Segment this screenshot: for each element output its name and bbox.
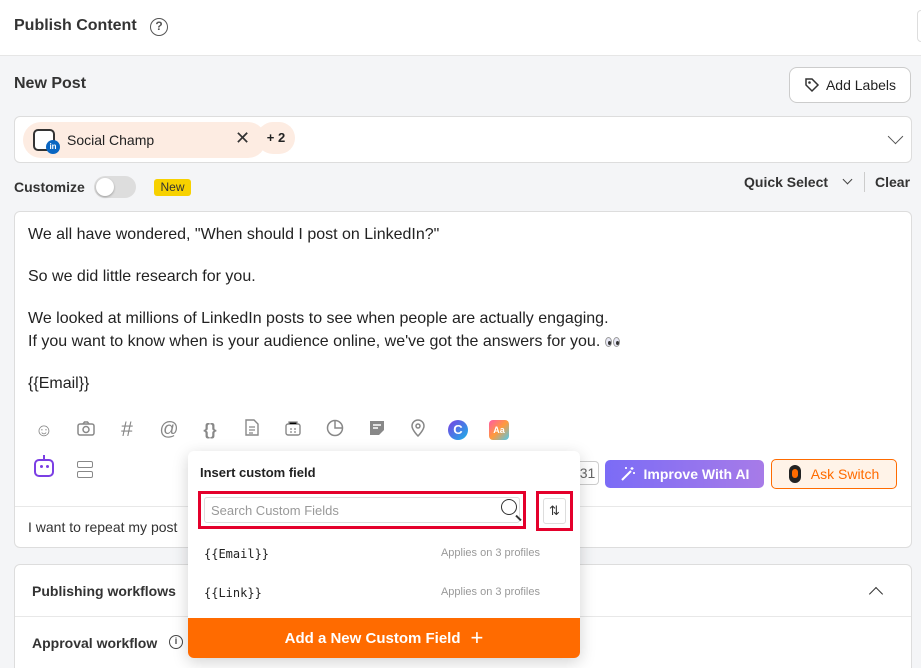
- close-icon[interactable]: ✕: [235, 128, 250, 149]
- editor-line: If you want to know when is your audienc…: [28, 333, 601, 350]
- custom-field-name: {{Email}}: [204, 547, 270, 561]
- sort-highlight: ⇅: [536, 491, 573, 531]
- eyes-emoji-icon: [604, 336, 621, 347]
- section-title: New Post: [14, 75, 87, 92]
- add-custom-field-button[interactable]: Add a New Custom Field +: [188, 618, 580, 658]
- ai-bot-icon[interactable]: [34, 455, 54, 477]
- text-style-icon[interactable]: Aa: [489, 420, 509, 440]
- calendar-icon[interactable]: 31: [577, 461, 599, 485]
- workflows-title: Publishing workflows: [32, 583, 176, 599]
- customize-toggle[interactable]: [94, 176, 136, 198]
- insert-custom-field-popup: Insert custom field ⇅ {{Email}} Applies …: [188, 451, 580, 658]
- popup-title: Insert custom field: [200, 465, 316, 480]
- customize-label: Customize: [14, 179, 85, 195]
- editor-line: {{Email}}: [28, 375, 90, 392]
- page-title: Publish Content: [14, 17, 137, 34]
- chevron-down-icon[interactable]: [887, 128, 904, 145]
- custom-field-applies: Applies on 3 profiles: [440, 547, 540, 559]
- new-badge: New: [154, 179, 191, 196]
- note-icon[interactable]: [366, 419, 388, 441]
- profile-chip-name: Social Champ: [67, 132, 155, 148]
- list-item[interactable]: {{Email}} Applies on 3 profiles: [188, 536, 580, 574]
- magic-wand-icon: [620, 467, 635, 481]
- search-input[interactable]: [204, 497, 520, 523]
- editor-line: So we did little research for you.: [28, 268, 256, 285]
- location-icon[interactable]: [407, 419, 429, 441]
- approval-workflow-label: Approval workflow: [32, 635, 158, 651]
- emoji-icon[interactable]: ☺: [33, 419, 55, 441]
- extra-profiles-count[interactable]: + 2: [257, 122, 295, 154]
- ask-switch-button[interactable]: Ask Switch: [771, 459, 897, 489]
- mention-icon[interactable]: @: [158, 419, 180, 441]
- document-icon[interactable]: [241, 419, 263, 441]
- chevron-up-icon[interactable]: [868, 586, 884, 602]
- hashtag-icon[interactable]: #: [116, 419, 138, 441]
- switch-logo-icon: [788, 465, 801, 483]
- add-labels-label: Add Labels: [825, 77, 897, 93]
- custom-field-applies: Applies on 3 profiles: [440, 586, 540, 598]
- canva-icon[interactable]: C: [448, 420, 468, 440]
- custom-field-name: {{Link}}: [204, 586, 262, 600]
- improve-with-ai-label: Improve With AI: [643, 466, 750, 482]
- tag-icon: [805, 78, 820, 93]
- linkedin-badge-icon: in: [46, 140, 60, 154]
- search-highlight: [198, 491, 526, 529]
- custom-field-icon[interactable]: {}: [199, 419, 221, 441]
- social-champ-logo-icon: in: [33, 129, 60, 154]
- info-icon[interactable]: i: [169, 635, 183, 649]
- sort-icon[interactable]: ⇅: [543, 498, 566, 524]
- add-labels-button[interactable]: Add Labels: [789, 67, 911, 103]
- layout-icon[interactable]: [77, 461, 93, 478]
- header-bar: Publish Content ?: [0, 0, 921, 56]
- panel-edge: [917, 10, 921, 42]
- clear-button[interactable]: Clear: [875, 174, 910, 190]
- divider: [864, 172, 865, 192]
- editor-line: We all have wondered, "When should I pos…: [28, 226, 440, 243]
- camera-icon[interactable]: [75, 419, 97, 441]
- editor-line: We looked at millions of LinkedIn posts …: [28, 310, 609, 327]
- profile-chip[interactable]: in Social Champ ✕: [23, 122, 266, 158]
- chart-icon[interactable]: [324, 419, 346, 441]
- ask-switch-label: Ask Switch: [810, 466, 880, 482]
- improve-with-ai-button[interactable]: Improve With AI: [605, 460, 764, 488]
- search-icon[interactable]: [501, 499, 517, 515]
- drafts-icon[interactable]: [282, 419, 304, 441]
- profile-selector[interactable]: in Social Champ ✕ + 2: [14, 116, 912, 163]
- quick-select-button[interactable]: Quick Select: [744, 174, 828, 190]
- toggle-knob: [96, 178, 114, 196]
- help-icon[interactable]: ?: [150, 18, 168, 36]
- editor-line-with-emoji: If you want to know when is your audienc…: [28, 333, 621, 351]
- plus-icon: +: [470, 625, 484, 650]
- list-item[interactable]: {{Link}} Applies on 3 profiles: [188, 575, 580, 613]
- add-custom-field-label: Add a New Custom Field: [284, 629, 461, 647]
- repeat-post-label[interactable]: I want to repeat my post: [28, 519, 177, 535]
